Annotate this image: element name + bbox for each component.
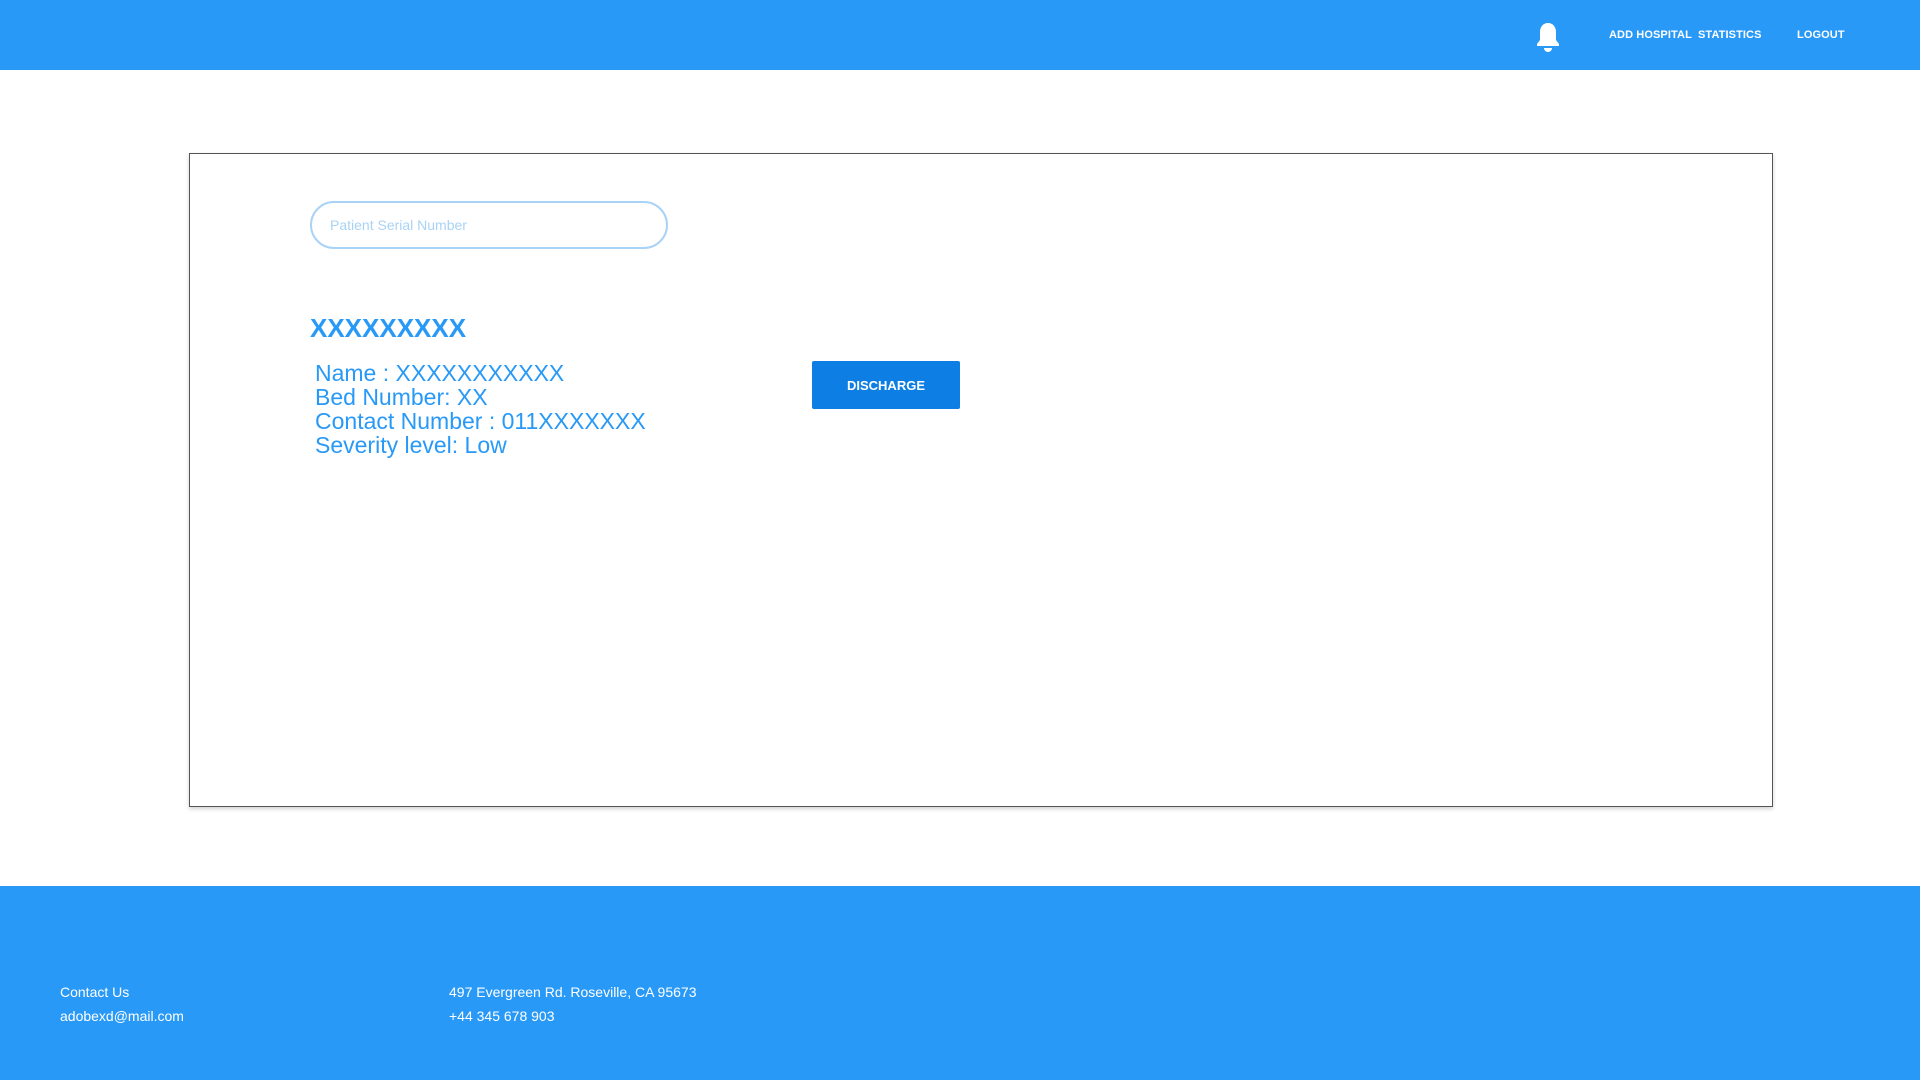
nav-statistics[interactable]: STATISTICS: [1698, 28, 1762, 42]
footer-address: 497 Evergreen Rd. Roseville, CA 95673: [449, 984, 697, 1000]
patient-severity-level: Severity level: Low: [315, 432, 507, 458]
footer-email[interactable]: adobexd@mail.com: [60, 1004, 184, 1028]
patient-serial: XXXXXXXXX: [310, 313, 467, 343]
footer-phone: +44 345 678 903: [449, 1008, 555, 1024]
patient-name: Name : XXXXXXXXXXX: [315, 360, 565, 386]
patient-contact-number: Contact Number : 011XXXXXXX: [315, 408, 646, 434]
footer: [0, 886, 1920, 1080]
patient-card: [189, 153, 1773, 807]
discharge-button[interactable]: DISCHARGE: [812, 361, 960, 409]
footer-contact-title: Contact Us: [60, 984, 130, 1000]
nav-add-hospital[interactable]: ADD HOSPITAL: [1609, 28, 1692, 42]
top-nav-bar: ADD HOSPITAL STATISTICS LOGOUT: [0, 0, 1920, 70]
patient-bed-number: Bed Number: XX: [315, 384, 488, 410]
bell-icon[interactable]: [1534, 21, 1562, 53]
nav-logout[interactable]: LOGOUT: [1797, 28, 1845, 42]
bell-icon-graphic: [1537, 23, 1559, 52]
patient-details: Name : XXXXXXXXXXX Bed Number: XX Contac…: [315, 361, 646, 457]
patient-serial-search-input[interactable]: [310, 201, 668, 249]
